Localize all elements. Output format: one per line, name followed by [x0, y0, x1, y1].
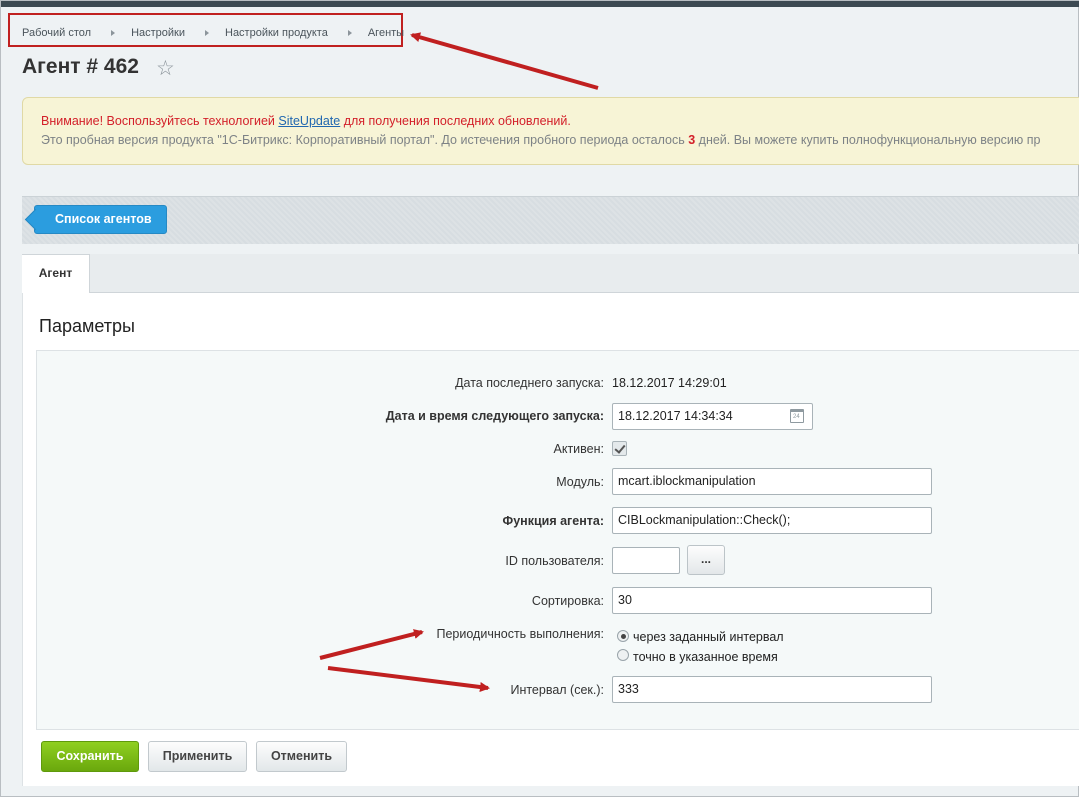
interval-input[interactable]: 333: [612, 676, 932, 703]
breadcrumb-item-desktop[interactable]: Рабочий стол: [22, 27, 91, 39]
function-label: Функция агента:: [502, 514, 604, 528]
periodicity-option-exact[interactable]: точно в указанное время: [633, 650, 778, 664]
sort-input[interactable]: 30: [612, 587, 932, 614]
sort-label: Сортировка:: [531, 594, 604, 608]
user-picker-button[interactable]: ...: [687, 545, 725, 575]
notice-text: Внимание! Воспользуйтесь технологией: [41, 114, 279, 128]
page-title: Агент # 462: [22, 55, 139, 78]
last-run-label: Дата последнего запуска:: [455, 376, 604, 390]
user-id-input[interactable]: [612, 547, 680, 574]
notice-text: Это пробная версия продукта "1С-Битрикс:…: [41, 133, 689, 147]
breadcrumb-separator-icon: [111, 30, 116, 36]
update-notice: Внимание! Воспользуйтесь технологией Sit…: [22, 97, 1079, 165]
calendar-icon[interactable]: 24: [790, 409, 804, 423]
user-id-label: ID пользователя:: [505, 554, 604, 568]
notice-text: для получения последних обновлений.: [340, 114, 571, 128]
notice-trial-line: Это пробная версия продукта "1С-Битрикс:…: [41, 133, 1040, 147]
star-icon[interactable]: ☆: [156, 58, 175, 80]
content-panel: Параметры: [22, 293, 1079, 786]
module-label: Модуль:: [556, 475, 604, 489]
last-run-value: 18.12.2017 14:29:01: [612, 376, 727, 390]
tab-agent[interactable]: Агент: [22, 254, 90, 293]
function-input[interactable]: CIBLockmanipulation::Check();: [612, 507, 932, 534]
next-run-input-value: 18.12.2017 14:34:34: [618, 409, 733, 423]
breadcrumb: Рабочий стол Настройки Настройки продукт…: [22, 26, 404, 40]
agent-list-button-label: Список агентов: [55, 212, 152, 226]
cancel-button[interactable]: Отменить: [256, 741, 347, 772]
periodicity-option-interval[interactable]: через заданный интервал: [633, 630, 784, 644]
save-button[interactable]: Сохранить: [41, 741, 139, 772]
periodicity-radio-exact[interactable]: [617, 649, 629, 661]
calendar-icon-day: 24: [793, 414, 800, 420]
module-input[interactable]: mcart.iblockmanipulation: [612, 468, 932, 495]
active-label: Активен:: [553, 442, 604, 456]
interval-label: Интервал (сек.):: [510, 683, 604, 697]
section-title: Параметры: [39, 316, 135, 336]
active-checkbox[interactable]: [612, 441, 627, 456]
apply-button[interactable]: Применить: [148, 741, 247, 772]
breadcrumb-separator-icon: [347, 30, 352, 36]
tab-strip: Агент: [22, 254, 1079, 293]
periodicity-radio-interval[interactable]: [617, 630, 629, 642]
form-area: [36, 350, 1079, 730]
top-bar: [1, 1, 1079, 7]
breadcrumb-item-agents[interactable]: Агенты: [368, 27, 404, 39]
notice-warning-line: Внимание! Воспользуйтесь технологией Sit…: [41, 114, 571, 128]
next-run-label: Дата и время следующего запуска:: [385, 409, 604, 423]
toolbar: Список агентов: [22, 196, 1079, 244]
breadcrumb-separator-icon: [205, 30, 209, 36]
next-run-input[interactable]: 18.12.2017 14:34:34 24: [612, 403, 813, 430]
notice-text: дней. Вы можете купить полнофункциональн…: [695, 133, 1041, 147]
agent-list-button[interactable]: Список агентов: [34, 205, 167, 234]
breadcrumb-item-product-settings[interactable]: Настройки продукта: [225, 27, 328, 39]
periodicity-label: Периодичность выполнения:: [436, 627, 605, 641]
siteupdate-link[interactable]: SiteUpdate: [278, 114, 340, 128]
breadcrumb-item-settings[interactable]: Настройки: [131, 27, 185, 39]
